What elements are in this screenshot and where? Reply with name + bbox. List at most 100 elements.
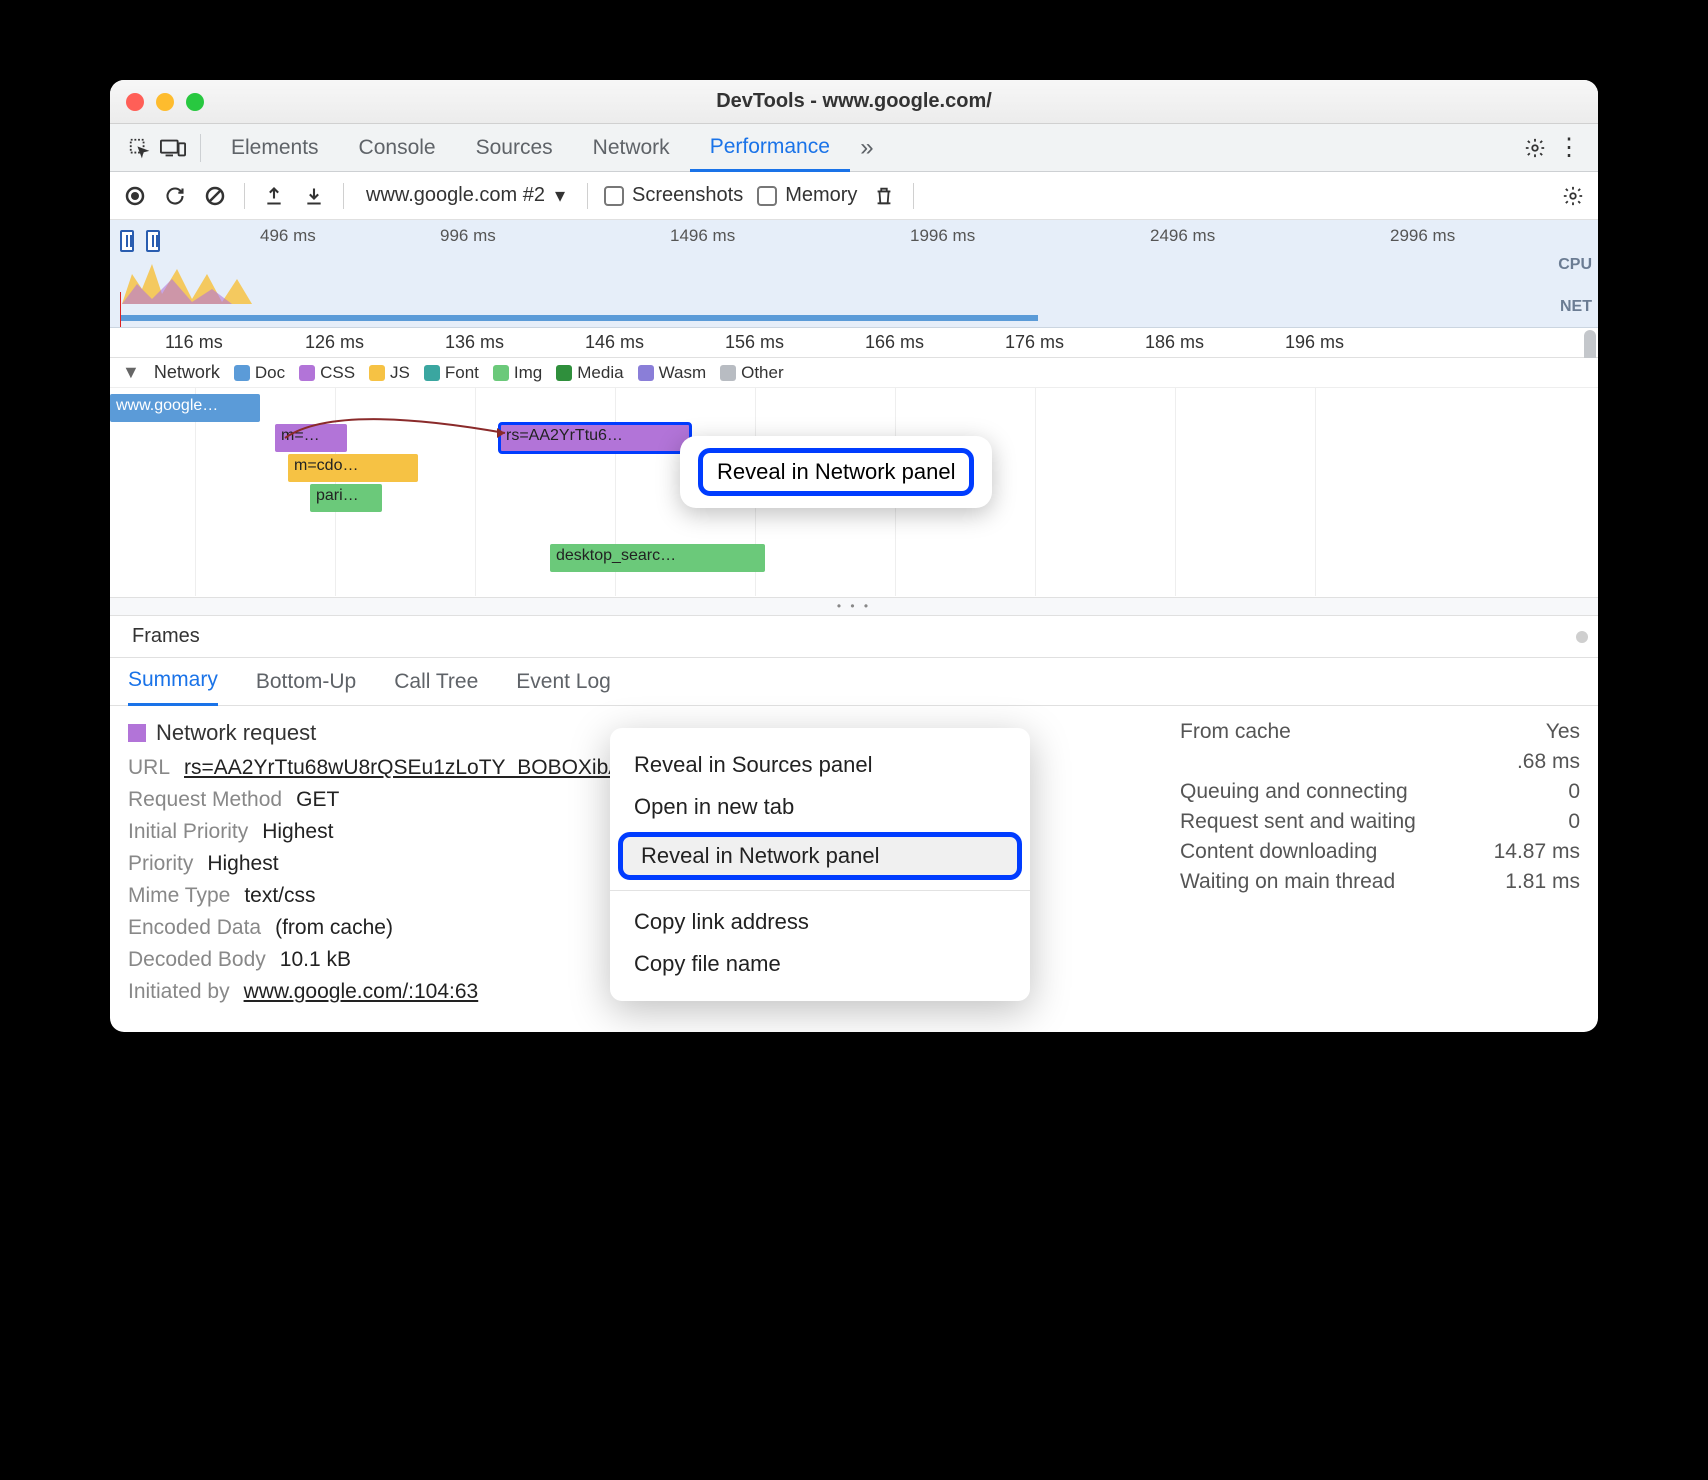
upload-icon[interactable]: [261, 183, 287, 209]
initiated-label: Initiated by: [128, 980, 230, 1004]
decoded-value: 10.1 kB: [280, 948, 351, 972]
css-swatch-icon: [128, 724, 146, 742]
priority-label: Priority: [128, 852, 193, 876]
kebab-icon[interactable]: ⋮: [1552, 131, 1586, 165]
screenshots-checkbox[interactable]: Screenshots: [604, 184, 743, 207]
minimize-icon[interactable]: [156, 93, 174, 111]
menu-reveal-sources[interactable]: Reveal in Sources panel: [610, 744, 1030, 786]
flame-bar[interactable]: m=…: [275, 424, 347, 452]
flame-bar[interactable]: desktop_searc…: [550, 544, 765, 572]
flame-bar[interactable]: www.google…: [110, 394, 260, 422]
ruler-tick: 176 ms: [1005, 332, 1064, 353]
more-tabs-icon[interactable]: »: [850, 131, 884, 165]
time-ruler[interactable]: 116 ms 126 ms 136 ms 146 ms 156 ms 166 m…: [110, 328, 1598, 358]
frames-row[interactable]: Frames: [110, 616, 1598, 658]
performance-toolbar: www.google.com #2 ▾ Screenshots Memory: [110, 172, 1598, 220]
ruler-tick: 186 ms: [1145, 332, 1204, 353]
request-method-label: Request Method: [128, 788, 282, 812]
net-bar: [120, 315, 1038, 321]
timing-row-value: 0: [1568, 810, 1580, 834]
url-label: URL: [128, 756, 170, 780]
timing-row-label: Waiting on main thread: [1180, 870, 1395, 894]
overview-tick: 1996 ms: [910, 226, 975, 246]
flame-bar[interactable]: rs=AA2YrTtu6…: [500, 424, 690, 452]
encoded-value: (from cache): [275, 916, 393, 940]
url-link[interactable]: rs=AA2YrTtu68wU8rQSEu1zLoTY_BOBOXibAg: [184, 756, 634, 780]
mime-label: Mime Type: [128, 884, 230, 908]
overview-panel[interactable]: 496 ms 996 ms 1496 ms 1996 ms 2496 ms 29…: [110, 220, 1598, 328]
legend-font: Font: [424, 363, 479, 383]
timing-row-label: Queuing and connecting: [1180, 780, 1408, 804]
screenshots-label: Screenshots: [632, 184, 743, 207]
legend-wasm: Wasm: [638, 363, 707, 383]
legend-doc: Doc: [234, 363, 285, 383]
reload-icon[interactable]: [162, 183, 188, 209]
timing-row-label: Request sent and waiting: [1180, 810, 1416, 834]
tab-performance[interactable]: Performance: [690, 124, 850, 172]
tab-network[interactable]: Network: [573, 124, 690, 172]
recording-dropdown-label: www.google.com #2: [366, 184, 545, 207]
initiated-link[interactable]: www.google.com/:104:63: [244, 980, 479, 1004]
divider: [913, 183, 914, 209]
maximize-icon[interactable]: [186, 93, 204, 111]
memory-checkbox[interactable]: Memory: [757, 184, 857, 207]
overview-flame-mini: [122, 254, 292, 304]
tab-sources[interactable]: Sources: [456, 124, 573, 172]
menu-copy-filename[interactable]: Copy file name: [610, 943, 1030, 985]
record-icon[interactable]: [122, 183, 148, 209]
timing-row-value: 14.87 ms: [1494, 840, 1580, 864]
encoded-label: Encoded Data: [128, 916, 261, 940]
tab-summary[interactable]: Summary: [128, 658, 218, 706]
recording-dropdown[interactable]: www.google.com #2 ▾: [360, 183, 571, 208]
from-cache-value: Yes: [1546, 720, 1580, 744]
overview-handle-right[interactable]: [146, 230, 160, 252]
settings-icon[interactable]: [1518, 131, 1552, 165]
tab-elements[interactable]: Elements: [211, 124, 339, 172]
tab-console[interactable]: Console: [339, 124, 456, 172]
menu-reveal-network[interactable]: Reveal in Network panel: [618, 832, 1022, 880]
overview-tick: 1496 ms: [670, 226, 735, 246]
menu-open-new-tab[interactable]: Open in new tab: [610, 786, 1030, 828]
menu-copy-link[interactable]: Copy link address: [610, 901, 1030, 943]
checkbox-icon: [604, 186, 624, 206]
overview-tick: 2496 ms: [1150, 226, 1215, 246]
net-label: NET: [1560, 298, 1592, 316]
capture-settings-icon[interactable]: [1560, 183, 1586, 209]
tab-call-tree[interactable]: Call Tree: [394, 658, 478, 706]
network-flame-header: ▼ Network Doc CSS JS Font Img Media Wasm…: [110, 358, 1598, 388]
devtools-window: DevTools - www.google.com/ Elements Cons…: [110, 80, 1598, 1032]
timing-row-label: [1180, 750, 1186, 774]
menu-separator: [610, 890, 1030, 891]
device-toggle-icon[interactable]: [156, 131, 190, 165]
ruler-tick: 126 ms: [305, 332, 364, 353]
summary-panel: Network request URL rs=AA2YrTtu68wU8rQSE…: [110, 706, 1598, 1032]
ruler-tick: 136 ms: [445, 332, 504, 353]
download-icon[interactable]: [301, 183, 327, 209]
titlebar: DevTools - www.google.com/: [110, 80, 1598, 124]
chevron-down-icon: ▾: [555, 183, 565, 208]
overview-tick: 496 ms: [260, 226, 316, 246]
decoded-label: Decoded Body: [128, 948, 266, 972]
ruler-tick: 116 ms: [165, 332, 223, 353]
clear-icon[interactable]: [202, 183, 228, 209]
overview-handle-left[interactable]: [120, 230, 134, 252]
collapse-icon[interactable]: ▼: [122, 362, 140, 383]
timing-column: From cache Yes .68 ms Queuing and connec…: [1180, 720, 1580, 900]
checkbox-icon: [757, 186, 777, 206]
close-icon[interactable]: [126, 93, 144, 111]
drag-handle[interactable]: • • •: [110, 598, 1598, 616]
flame-body[interactable]: www.google… m=… rs=AA2YrTtu6… m=cdo…pari… de…: [110, 388, 1598, 596]
tab-event-log[interactable]: Event Log: [516, 658, 611, 706]
reveal-tooltip-text: Reveal in Network panel: [698, 448, 974, 496]
garbage-collect-icon[interactable]: [871, 183, 897, 209]
legend-media: Media: [556, 363, 623, 383]
overview-tick: 996 ms: [440, 226, 496, 246]
cpu-label: CPU: [1558, 256, 1592, 274]
reveal-tooltip: Reveal in Network panel: [680, 436, 992, 508]
tab-bottom-up[interactable]: Bottom-Up: [256, 658, 356, 706]
context-menu: Reveal in Sources panel Open in new tab …: [610, 728, 1030, 1001]
inspect-icon[interactable]: [122, 131, 156, 165]
flame-bar[interactable]: pari…: [310, 484, 382, 512]
flame-bar[interactable]: m=cdo…: [288, 454, 418, 482]
ruler-tick: 146 ms: [585, 332, 644, 353]
